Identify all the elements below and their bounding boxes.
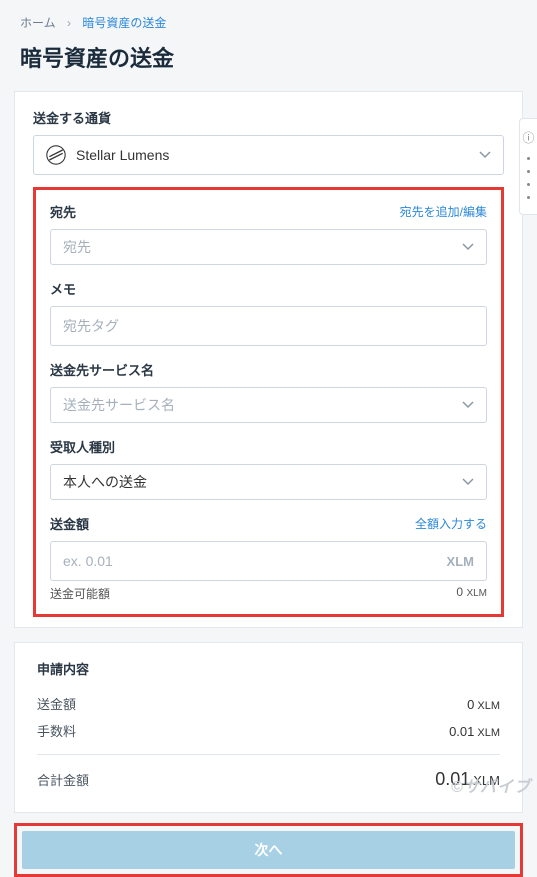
breadcrumb: ホーム › 暗号資産の送金 xyxy=(0,0,537,39)
currency-value: Stellar Lumens xyxy=(76,147,169,163)
amount-label: 送金額 xyxy=(50,514,89,533)
service-label: 送金先サービス名 xyxy=(50,360,487,379)
currency-label: 送金する通貨 xyxy=(33,108,504,127)
amount-input[interactable] xyxy=(63,553,447,569)
summary-fee-label: 手数料 xyxy=(37,721,76,740)
chevron-right-icon: › xyxy=(67,16,71,30)
form-card: 送金する通貨 Stellar Lumens 宛先 宛先を追加/編集 宛先 メモ … xyxy=(14,91,523,628)
next-button-highlight: 次へ xyxy=(14,823,523,877)
recipient-select[interactable]: 本人への送金 xyxy=(50,464,487,500)
amount-full-link[interactable]: 全額入力する xyxy=(415,515,487,532)
divider xyxy=(37,754,500,755)
dest-select[interactable]: 宛先 xyxy=(50,229,487,265)
dot-icon xyxy=(527,183,530,186)
amount-unit: XLM xyxy=(447,554,474,569)
side-panel-toggle[interactable]: ⓘ xyxy=(519,118,537,215)
summary-total-label: 合計金額 xyxy=(37,770,89,789)
summary-label: 申請内容 xyxy=(37,659,500,678)
dest-edit-link[interactable]: 宛先を追加/編集 xyxy=(400,203,487,220)
summary-send-label: 送金額 xyxy=(37,694,76,713)
currency-select[interactable]: Stellar Lumens xyxy=(33,135,504,175)
chevron-down-icon xyxy=(479,151,491,159)
recipient-label: 受取人種別 xyxy=(50,437,487,456)
stellar-icon xyxy=(46,145,66,165)
service-select[interactable]: 送金先サービス名 xyxy=(50,387,487,423)
recipient-value: 本人への送金 xyxy=(63,472,147,492)
watermark: ©サバイブ xyxy=(451,773,531,797)
page-title: 暗号資産の送金 xyxy=(0,39,537,91)
chevron-down-icon xyxy=(462,243,474,251)
dot-icon xyxy=(527,196,530,199)
dest-placeholder: 宛先 xyxy=(63,237,91,257)
breadcrumb-home[interactable]: ホーム xyxy=(20,16,56,30)
summary-send-value: 0XLM xyxy=(467,697,500,712)
memo-label: メモ xyxy=(50,279,487,298)
chevron-down-icon xyxy=(462,401,474,409)
summary-card: 申請内容 送金額 0XLM 手数料 0.01XLM 合計金額 0.01XLM xyxy=(14,642,523,813)
service-placeholder: 送金先サービス名 xyxy=(63,395,175,415)
dest-label: 宛先 xyxy=(50,202,76,221)
dot-icon xyxy=(527,170,530,173)
breadcrumb-current[interactable]: 暗号資産の送金 xyxy=(82,16,166,30)
available-value: 0 XLM xyxy=(456,585,487,602)
next-button[interactable]: 次へ xyxy=(22,831,515,869)
memo-input[interactable] xyxy=(50,306,487,346)
available-label: 送金可能額 xyxy=(50,585,110,602)
amount-input-wrap: XLM xyxy=(50,541,487,581)
summary-fee-value: 0.01XLM xyxy=(449,724,500,739)
info-icon: ⓘ xyxy=(523,129,535,146)
dot-icon xyxy=(527,157,530,160)
highlighted-fields: 宛先 宛先を追加/編集 宛先 メモ 送金先サービス名 送金先サービス名 受取人種… xyxy=(33,187,504,617)
chevron-down-icon xyxy=(462,478,474,486)
